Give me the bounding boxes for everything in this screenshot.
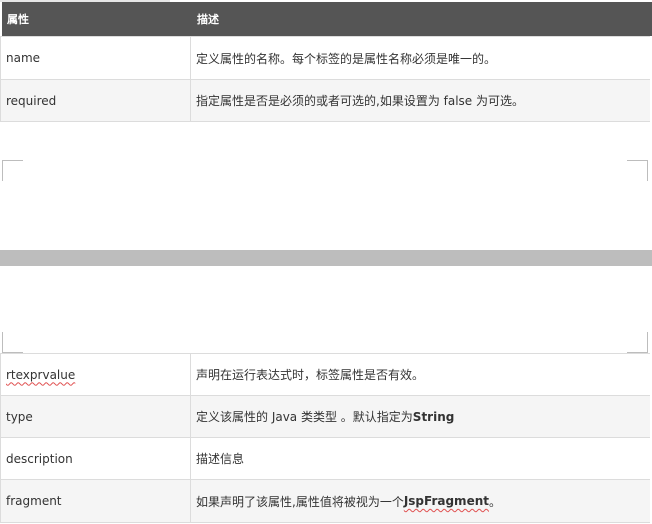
table-header: 属性 描述 (2, 2, 652, 36)
desc-fragment-suffix: 。 (488, 494, 501, 509)
page-corner-mark (2, 160, 23, 181)
header-description: 描述 (197, 13, 219, 26)
desc-type-text: 定义该属性的 Java 类类型 。默认指定为 (196, 410, 413, 424)
attr-name: name (1, 37, 191, 79)
page-corner-mark (627, 332, 648, 353)
desc-fragment-bold: JspFragment (403, 494, 489, 508)
desc-fragment: 如果声明了该属性,属性值将被视为一个 JspFragment。 (191, 480, 651, 522)
attr-fragment: fragment (1, 480, 191, 522)
table-row: rtexprvalue 声明在运行表达式时，标签属性是否有效。 (0, 353, 650, 396)
attr-type: type (1, 396, 191, 437)
desc-description: 描述信息 (196, 452, 245, 466)
attr-rtexprvalue: rtexprvalue (1, 354, 191, 395)
desc-name: 定义属性的名称。每个标签的是属性名称必须是唯一的。 (196, 51, 497, 66)
desc-type-bold: String (412, 409, 455, 424)
page-break-band (0, 250, 652, 266)
attr-description: description (1, 438, 191, 479)
table-row: required 指定属性是否是必须的或者可选的,如果设置为 false 为可选… (0, 80, 650, 122)
header-attribute: 属性 (7, 13, 29, 26)
table-row: description 描述信息 (0, 438, 650, 480)
desc-required: 指定属性是否是必须的或者可选的,如果设置为 false 为可选。 (196, 94, 524, 108)
desc-fragment-text: 如果声明了该属性,属性值将被视为一个 (196, 494, 404, 509)
desc-type: 定义该属性的 Java 类类型 。默认指定为 String (191, 396, 651, 437)
attr-rtexprvalue-text: rtexprvalue (6, 367, 76, 382)
table-row: type 定义该属性的 Java 类类型 。默认指定为 String (0, 396, 650, 438)
table-row: name 定义属性的名称。每个标签的是属性名称必须是唯一的。 (0, 36, 650, 80)
table-row: fragment 如果声明了该属性,属性值将被视为一个 JspFragment。 (0, 480, 650, 523)
page-corner-mark (627, 160, 648, 181)
attr-required: required (1, 80, 191, 121)
desc-rtexprvalue: 声明在运行表达式时，标签属性是否有效。 (196, 368, 425, 382)
page-corner-mark (2, 332, 23, 353)
